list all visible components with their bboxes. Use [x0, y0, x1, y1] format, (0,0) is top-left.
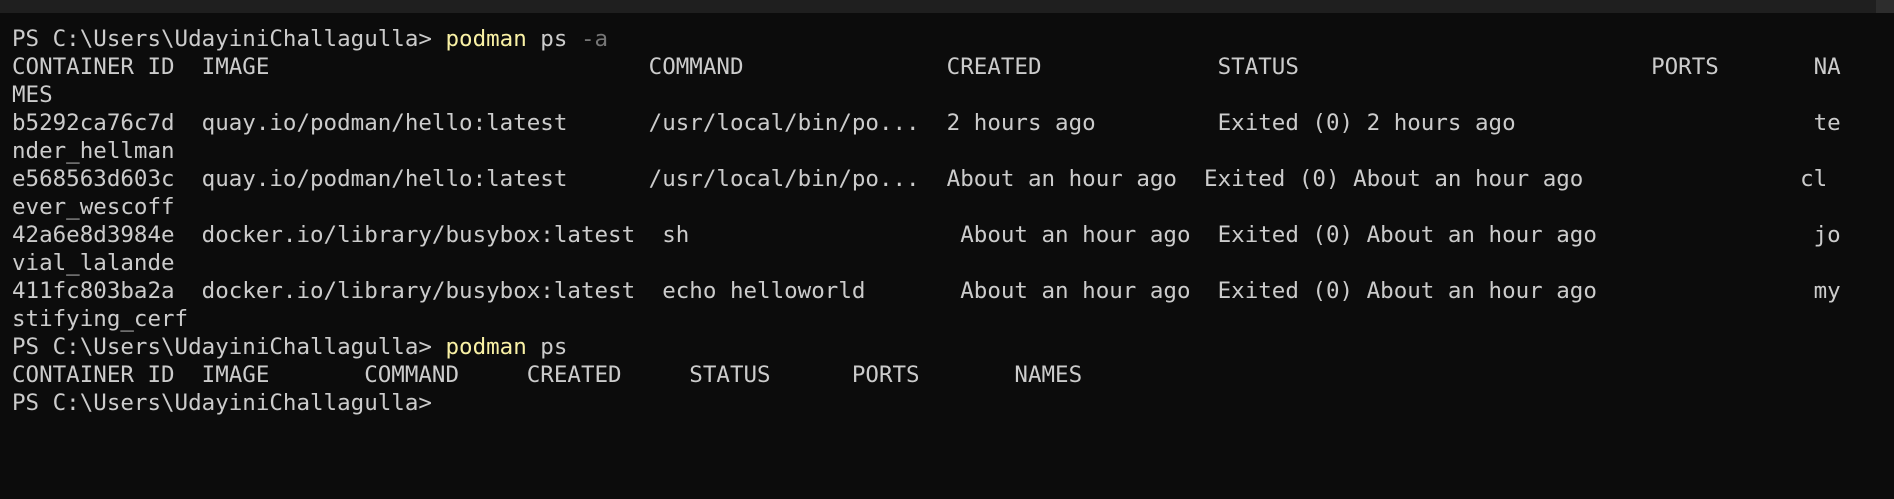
prompt: PS C:\Users\UdayiniChallagulla> — [12, 390, 432, 416]
tab-strip — [0, 0, 1894, 13]
table-row-wrap: stifying_cerf — [12, 306, 189, 332]
command: podman — [445, 334, 527, 360]
prompt: PS C:\Users\UdayiniChallagulla> — [12, 334, 446, 360]
table-row: b5292ca76c7d quay.io/podman/hello:latest… — [12, 110, 1841, 136]
table-row: e568563d603c quay.io/podman/hello:latest… — [12, 166, 1828, 192]
prompt-line: PS C:\Users\UdayiniChallagulla> podman p… — [12, 25, 1884, 53]
table-header-wrap: MES — [12, 82, 53, 108]
new-tab-area[interactable] — [1876, 0, 1894, 13]
command-flag: -a — [580, 26, 609, 52]
table-header: CONTAINER ID IMAGE COMMAND CREATED STATU… — [12, 54, 1841, 80]
prompt-line: PS C:\Users\UdayiniChallagulla> podman p… — [12, 333, 1884, 361]
table-row: 42a6e8d3984e docker.io/library/busybox:l… — [12, 222, 1841, 248]
table-row: 411fc803ba2a docker.io/library/busybox:l… — [12, 278, 1841, 304]
command-args: ps — [526, 26, 581, 52]
table-row-wrap: ever_wescoff — [12, 194, 175, 220]
command-args: ps — [526, 334, 568, 360]
terminal-output[interactable]: PS C:\Users\UdayiniChallagulla> podman p… — [12, 25, 1884, 485]
active-tab-edge[interactable] — [0, 0, 1894, 13]
table-row-wrap: nder_hellman — [12, 138, 175, 164]
table-header: CONTAINER ID IMAGE COMMAND CREATED STATU… — [12, 362, 1083, 388]
command: podman — [445, 26, 527, 52]
prompt: PS C:\Users\UdayiniChallagulla> — [12, 26, 446, 52]
prompt-line-current[interactable]: PS C:\Users\UdayiniChallagulla> — [12, 389, 1884, 417]
table-row-wrap: vial_lalande — [12, 250, 175, 276]
